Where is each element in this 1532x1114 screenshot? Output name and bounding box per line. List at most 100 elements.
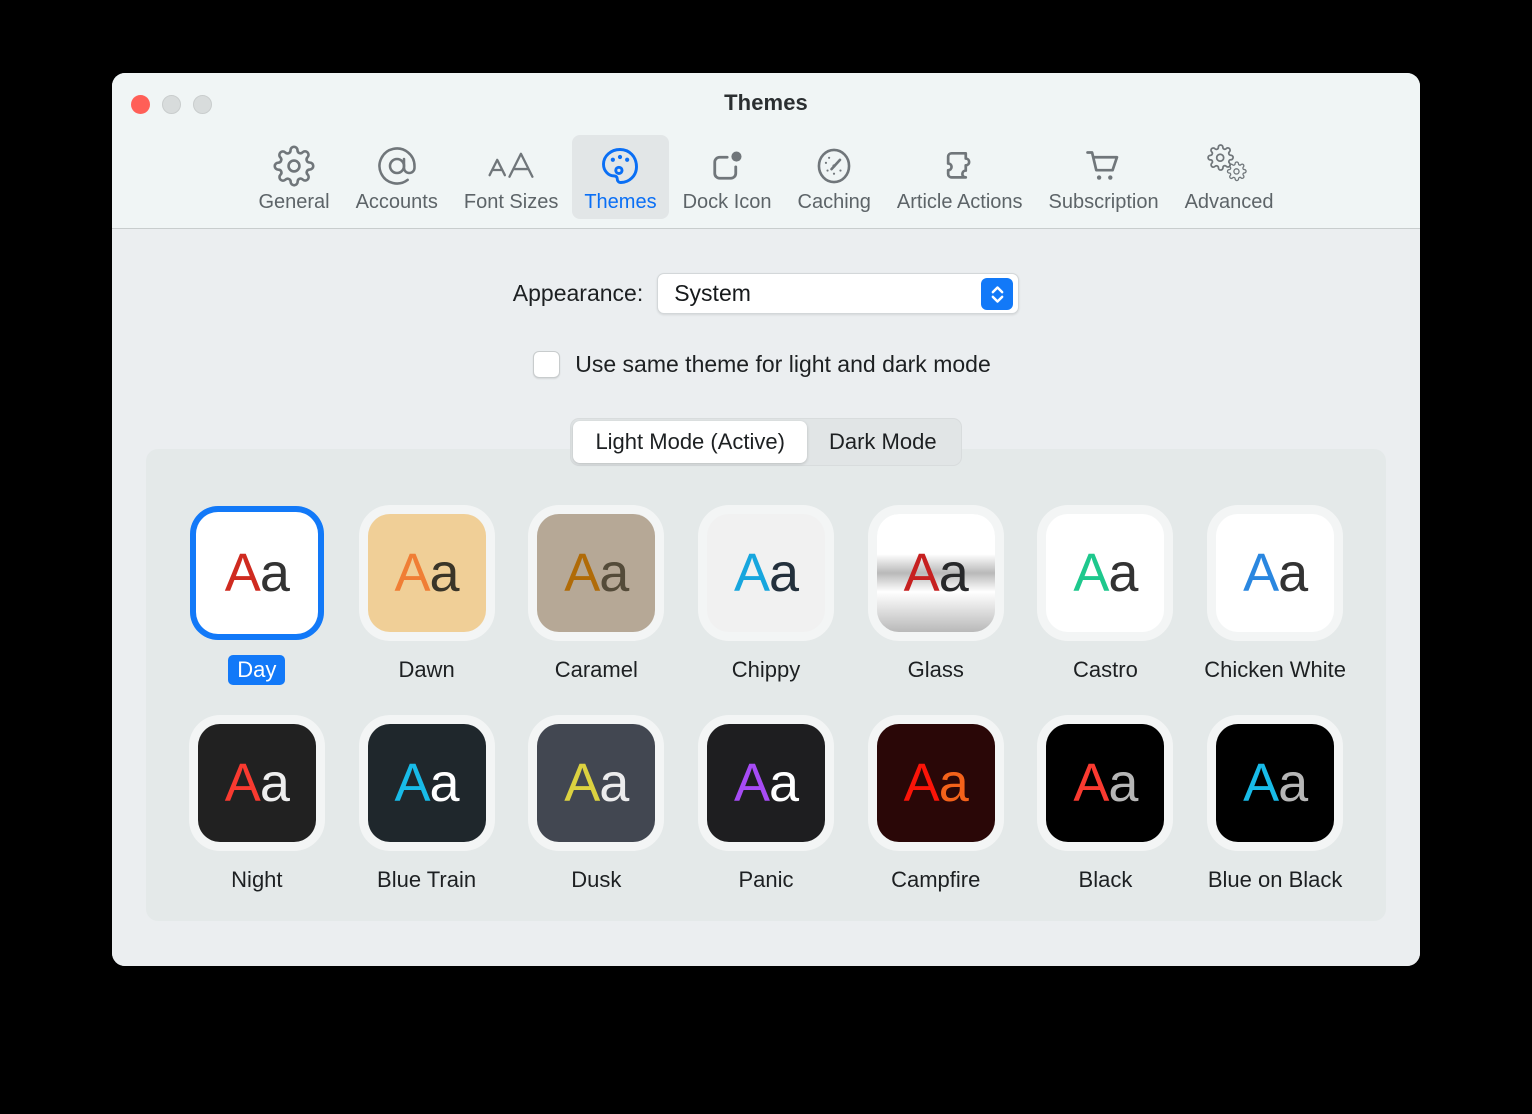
preferences-window: Themes General Accounts Font Sizes Theme…: [112, 73, 1420, 966]
theme-name-label: Blue on Black: [1207, 867, 1343, 892]
theme-row-light: Aa Day Aa Dawn Aa Caramel Aa Chippy Aa Glass Aa Cas…: [172, 505, 1360, 685]
theme-swatch-wrap: Aa: [528, 505, 664, 641]
window-title: Themes: [724, 90, 808, 115]
tab-accounts[interactable]: Accounts: [344, 135, 450, 219]
theme-preview-letters: Aa: [224, 543, 290, 603]
theme-preview-lowercase: a: [1108, 753, 1138, 813]
tab-advanced[interactable]: Advanced: [1173, 135, 1286, 219]
theme-preview-letters: Aa: [1073, 753, 1138, 813]
theme-preview-tile: Aa: [537, 724, 656, 842]
theme-preview-tile: Aa: [195, 512, 318, 634]
theme-preview-uppercase: A: [1073, 753, 1109, 813]
theme-preview-uppercase: A: [224, 753, 261, 813]
mode-segmented-control[interactable]: Light Mode (Active) Dark Mode: [570, 418, 962, 466]
theme-swatch-wrap: Aa: [1037, 715, 1173, 851]
theme-swatch-wrap: Aa: [189, 505, 325, 641]
theme-name-label: Caramel: [554, 657, 638, 682]
same-theme-checkbox[interactable]: [533, 351, 561, 378]
tab-label-accounts: Accounts: [355, 191, 438, 213]
theme-swatch-dawn[interactable]: Aa Dawn: [342, 505, 512, 685]
theme-preview-lowercase: a: [429, 543, 460, 603]
tab-caching[interactable]: Caching: [786, 135, 883, 219]
theme-preview-letters: Aa: [395, 543, 460, 603]
at-sign-icon: [376, 144, 418, 188]
theme-preview-tile: Aa: [876, 724, 995, 842]
theme-preview-uppercase: A: [394, 753, 431, 813]
theme-swatch-wrap: Aa: [698, 505, 834, 641]
theme-preview-lowercase: a: [768, 753, 799, 813]
theme-swatch-wrap: Aa: [1207, 505, 1343, 641]
theme-preview-uppercase: A: [1073, 543, 1109, 603]
theme-swatch-wrap: Aa: [359, 715, 495, 851]
theme-swatch-night[interactable]: Aa Night: [172, 715, 342, 895]
theme-preview-letters: Aa: [1243, 753, 1308, 813]
theme-preview-tile: Aa: [367, 514, 486, 632]
theme-swatch-wrap: Aa: [189, 715, 325, 851]
theme-name-label: Day: [228, 655, 286, 685]
same-theme-checkbox-row[interactable]: Use same theme for light and dark mode: [533, 351, 991, 378]
theme-swatch-day[interactable]: Aa Day: [172, 505, 342, 685]
theme-swatch-wrap: Aa: [698, 715, 834, 851]
theme-preview-lowercase: a: [938, 543, 969, 603]
puzzle-piece-icon: [938, 144, 982, 188]
tab-label-themes: Themes: [584, 191, 657, 213]
theme-preview-letters: Aa: [903, 753, 969, 813]
appearance-select[interactable]: System: [657, 273, 1020, 314]
theme-swatch-wrap: Aa: [528, 715, 664, 851]
theme-swatch-blue-train[interactable]: Aa Blue Train: [342, 715, 512, 895]
theme-preview-letters: Aa: [1073, 543, 1138, 603]
double-gear-icon: [1205, 144, 1253, 188]
tab-label-font-sizes: Font Sizes: [463, 191, 559, 213]
theme-name-label: Panic: [738, 867, 794, 892]
appearance-row: Appearance: System: [512, 273, 1020, 314]
theme-preview-letters: Aa: [564, 546, 629, 600]
theme-preview-letters: Aa: [1243, 546, 1308, 600]
tab-subscription[interactable]: Subscription: [1037, 135, 1171, 219]
theme-preview-tile: Aa: [367, 724, 486, 842]
theme-swatch-glass[interactable]: Aa Glass: [851, 505, 1021, 685]
theme-preview-uppercase: A: [224, 543, 261, 603]
theme-preview-tile: Aa: [537, 514, 656, 632]
theme-preview-letters: Aa: [733, 753, 799, 813]
tab-general[interactable]: General: [246, 135, 341, 219]
tab-font-sizes[interactable]: Font Sizes: [452, 135, 570, 219]
theme-swatch-caramel[interactable]: Aa Caramel: [511, 505, 681, 685]
same-theme-checkbox-label: Use same theme for light and dark mode: [575, 351, 991, 377]
speedometer-icon: [813, 144, 855, 188]
theme-swatch-castro[interactable]: Aa Castro: [1021, 505, 1191, 685]
theme-preview-uppercase: A: [733, 543, 770, 603]
theme-swatch-wrap: Aa: [868, 715, 1004, 851]
chevron-up-down-icon[interactable]: [981, 278, 1014, 310]
theme-swatch-blue-on-black[interactable]: Aa Blue on Black: [1190, 715, 1360, 895]
theme-preview-lowercase: a: [1278, 753, 1308, 813]
appearance-label: Appearance:: [512, 280, 644, 306]
theme-swatch-campfire[interactable]: Aa Campfire: [851, 715, 1021, 895]
tab-themes[interactable]: Themes: [572, 135, 669, 219]
dock-icon: [706, 144, 748, 188]
theme-preview-uppercase: A: [733, 753, 770, 813]
desktop-backdrop: Themes General Accounts Font Sizes Theme…: [0, 0, 1532, 1114]
theme-swatch-black[interactable]: Aa Black: [1021, 715, 1191, 895]
preferences-toolbar: General Accounts Font Sizes Themes Dock …: [112, 135, 1420, 229]
theme-preview-tile: Aa: [1216, 514, 1335, 632]
tab-label-subscription: Subscription: [1048, 191, 1159, 213]
theme-preview-letters: Aa: [394, 753, 460, 813]
theme-name-label: Black: [1078, 867, 1133, 892]
theme-swatch-chicken-white[interactable]: Aa Chicken White: [1190, 505, 1360, 685]
segment-light-mode[interactable]: Light Mode (Active): [573, 421, 807, 463]
tab-dock-icon[interactable]: Dock Icon: [671, 135, 784, 219]
theme-swatch-dusk[interactable]: Aa Dusk: [511, 715, 681, 895]
shopping-cart-icon: [1082, 144, 1126, 188]
theme-name-label: Campfire: [891, 867, 981, 892]
theme-swatch-panic[interactable]: Aa Panic: [681, 715, 851, 895]
theme-swatch-chippy[interactable]: Aa Chippy: [681, 505, 851, 685]
segment-dark-mode[interactable]: Dark Mode: [807, 421, 959, 463]
tab-article-actions[interactable]: Article Actions: [885, 135, 1035, 219]
theme-grid-panel: Aa Day Aa Dawn Aa Caramel Aa Chippy Aa Glass Aa Cas…: [146, 449, 1386, 921]
theme-name-label: Chicken White: [1204, 657, 1347, 682]
theme-preview-uppercase: A: [903, 753, 940, 813]
tab-label-dock-icon: Dock Icon: [682, 191, 772, 213]
theme-preview-letters: Aa: [224, 753, 290, 813]
theme-preview-tile: Aa: [197, 724, 316, 842]
theme-name-label: Blue Train: [377, 867, 477, 892]
